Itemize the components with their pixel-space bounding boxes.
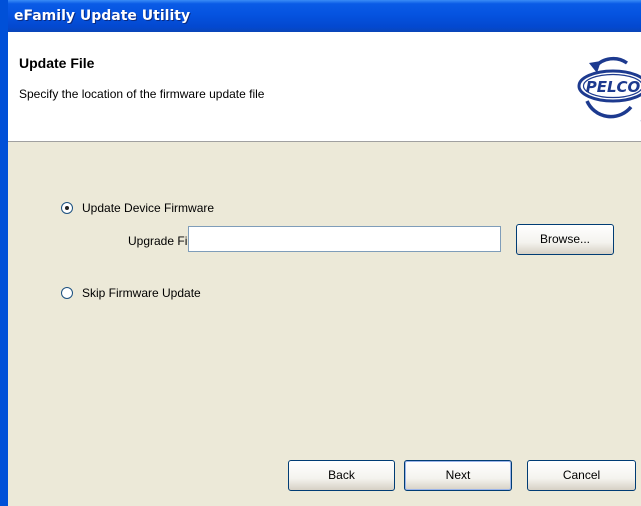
- wizard-content: Update Device Firmware Upgrade File: Bro…: [8, 142, 641, 506]
- pelco-logo: PELCO ®: [577, 56, 641, 125]
- pelco-logo-text: PELCO: [586, 78, 641, 96]
- window-title: eFamily Update Utility: [14, 8, 191, 24]
- update-firmware-radio[interactable]: [61, 202, 73, 214]
- skip-update-label[interactable]: Skip Firmware Update: [82, 286, 201, 300]
- wizard-header: Update File Specify the location of the …: [8, 32, 641, 142]
- back-button[interactable]: Back: [288, 460, 395, 491]
- update-firmware-label[interactable]: Update Device Firmware: [82, 201, 214, 215]
- page-title: Update File: [19, 55, 95, 71]
- browse-button[interactable]: Browse...: [516, 224, 614, 255]
- next-button[interactable]: Next: [404, 460, 512, 491]
- skip-update-option[interactable]: Skip Firmware Update: [61, 286, 201, 300]
- title-bar[interactable]: eFamily Update Utility: [8, 0, 641, 32]
- update-firmware-option[interactable]: Update Device Firmware: [61, 201, 214, 215]
- page-subtitle: Specify the location of the firmware upd…: [19, 87, 265, 101]
- cancel-button[interactable]: Cancel: [527, 460, 636, 491]
- wizard-window: eFamily Update Utility Update File Speci…: [0, 0, 641, 506]
- upgrade-file-input[interactable]: [188, 226, 501, 252]
- skip-update-radio[interactable]: [61, 287, 73, 299]
